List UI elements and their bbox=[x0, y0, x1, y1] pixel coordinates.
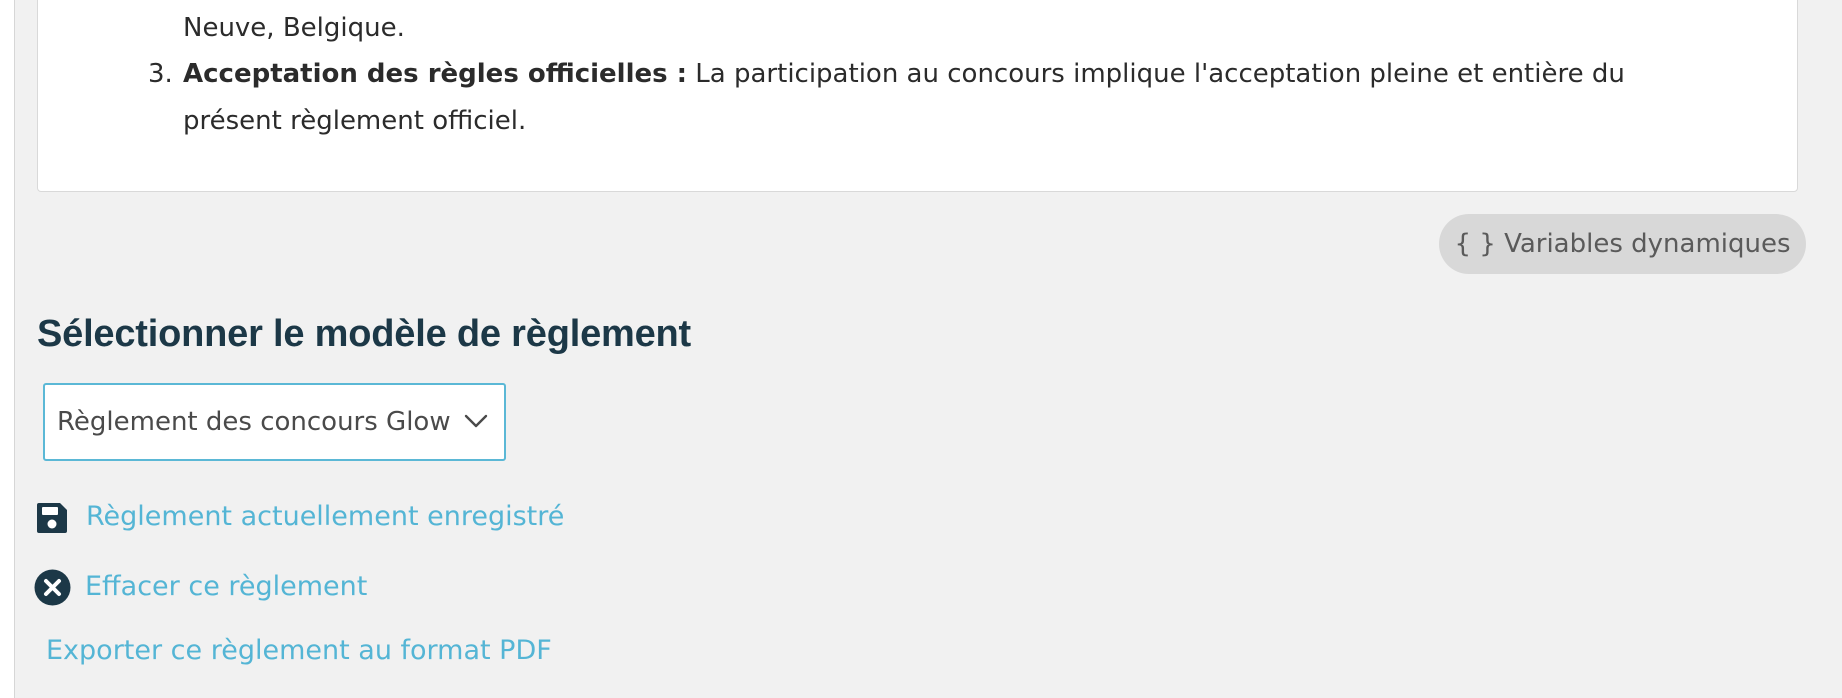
rules-editor-panel: Neuve, Belgique. 3. Acceptation des règl… bbox=[14, 0, 1842, 698]
circle-x-icon[interactable] bbox=[34, 569, 71, 606]
rules-template-select[interactable]: Règlement des concours Glow bbox=[43, 383, 506, 461]
rule-item-2-continuation: Neuve, Belgique. bbox=[183, 13, 405, 43]
rules-template-select-value: Règlement des concours Glow bbox=[57, 407, 451, 437]
export-pdf-link[interactable]: Exporter ce règlement au format PDF bbox=[46, 635, 552, 666]
page: Neuve, Belgique. 3. Acceptation des règl… bbox=[0, 0, 1842, 698]
rule-item-3-title: Acceptation des règles officielles : bbox=[183, 59, 688, 89]
rule-item-3-number: 3. bbox=[148, 59, 173, 89]
rules-preview-box: Neuve, Belgique. 3. Acceptation des règl… bbox=[37, 0, 1798, 192]
saved-rules-link[interactable]: Règlement actuellement enregistré bbox=[86, 501, 564, 532]
floppy-disk-icon bbox=[37, 503, 67, 533]
chevron-down-icon bbox=[464, 414, 488, 428]
rule-item-3-line-2: présent règlement officiel. bbox=[183, 106, 527, 136]
dynamic-variables-button[interactable]: { } Variables dynamiques bbox=[1439, 214, 1806, 274]
clear-rules-link[interactable]: Effacer ce règlement bbox=[85, 571, 367, 602]
rule-item-3-line-1: Acceptation des règles officielles : La … bbox=[183, 57, 1625, 91]
rule-item-3-text: La participation au concours implique l'… bbox=[687, 59, 1625, 89]
template-section-title: Sélectionner le modèle de règlement bbox=[37, 313, 691, 355]
